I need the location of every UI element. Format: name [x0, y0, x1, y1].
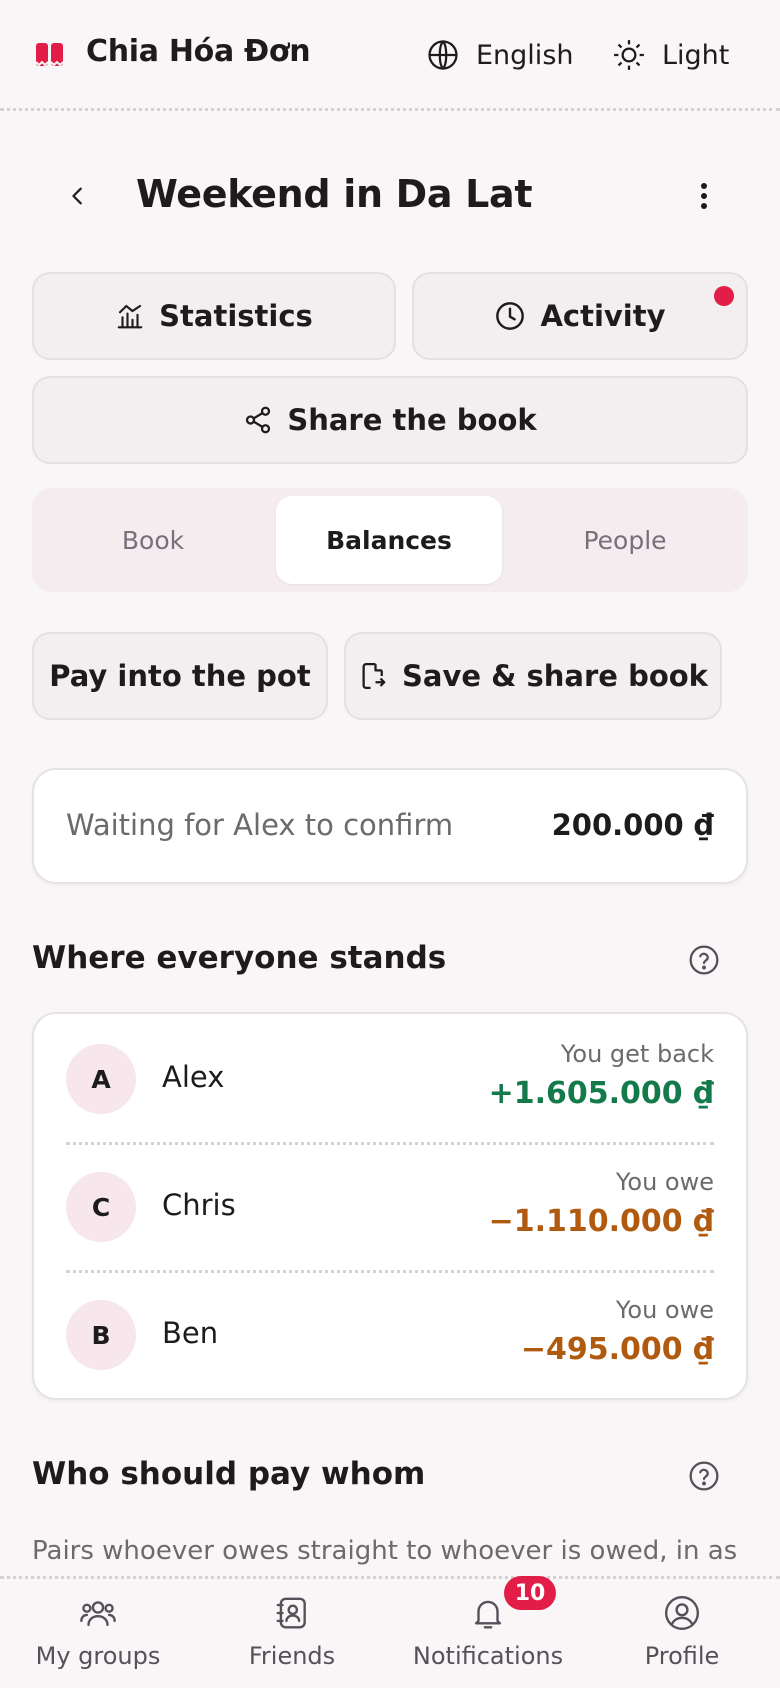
view-tabs: Book Balances People	[32, 488, 748, 592]
activity-button[interactable]: Activity	[412, 272, 748, 360]
language-switcher[interactable]: English	[426, 38, 574, 72]
save-share-book-button[interactable]: Save & share book	[344, 632, 722, 720]
list-item[interactable]: A Alex You get back +1.605.000 ₫	[34, 1014, 746, 1142]
more-options-button[interactable]	[684, 176, 724, 216]
tab-balances-label: Balances	[326, 525, 452, 555]
person-name: Alex	[162, 1060, 225, 1094]
pay-into-pot-button[interactable]: Pay into the pot	[32, 632, 328, 720]
settle-title: Who should pay whom	[32, 1456, 426, 1492]
logo-icon	[35, 43, 64, 67]
balance-amount: −495.000 ₫	[520, 1332, 714, 1367]
page-title: Weekend in Da Lat	[136, 172, 533, 216]
balance-amount: +1.605.000 ₫	[488, 1076, 714, 1111]
share-book-button[interactable]: Share the book	[32, 376, 748, 464]
contacts-icon	[276, 1597, 306, 1629]
tab-book[interactable]: Book	[40, 496, 266, 584]
person-name: Chris	[162, 1188, 236, 1222]
pay-into-pot-label: Pay into the pot	[49, 659, 311, 693]
tab-balances[interactable]: Balances	[276, 496, 502, 584]
tab-book-label: Book	[121, 525, 185, 555]
nav-label: Notifications	[412, 1642, 564, 1670]
share-icon	[246, 406, 271, 434]
app-header: Chia Hóa Đơn English Light	[0, 0, 780, 110]
avatar: A	[66, 1044, 136, 1114]
standings-title: Where everyone stands	[32, 940, 447, 976]
nav-profile[interactable]: Profile	[602, 1594, 762, 1670]
chevron-left-icon	[72, 187, 82, 205]
nav-my-groups[interactable]: My groups	[18, 1594, 178, 1670]
notifications-badge: 10	[504, 1576, 556, 1610]
nav-label: Friends	[248, 1642, 336, 1670]
chart-icon	[117, 304, 143, 329]
balance-label: You owe	[615, 1296, 714, 1324]
help-icon[interactable]	[688, 944, 720, 976]
tab-people-label: People	[583, 525, 667, 555]
save-share-book-label: Save & share book	[402, 659, 708, 693]
bell-icon	[474, 1600, 502, 1629]
document-share-icon	[362, 663, 386, 689]
pending-confirmation-card: Waiting for Alex to confirm 200.000 ₫	[32, 768, 748, 884]
nav-friends[interactable]: Friends	[212, 1594, 372, 1670]
back-button[interactable]	[58, 176, 98, 216]
pending-text: Waiting for Alex to confirm	[66, 808, 454, 842]
profile-icon	[664, 1595, 700, 1631]
help-icon[interactable]	[688, 1460, 720, 1492]
nav-divider	[0, 1576, 780, 1579]
balance-label: You owe	[615, 1168, 714, 1196]
bottom-navigation: My groups Friends Notifications 10 Profi…	[0, 1576, 780, 1688]
users-icon	[80, 1601, 116, 1627]
person-name: Ben	[162, 1316, 219, 1350]
list-item[interactable]: B Ben You owe −495.000 ₫	[34, 1270, 746, 1398]
list-item[interactable]: C Chris You owe −1.110.000 ₫	[34, 1142, 746, 1270]
avatar: C	[66, 1172, 136, 1242]
header-divider	[0, 108, 780, 111]
language-label: English	[476, 39, 574, 71]
share-book-label: Share the book	[287, 403, 537, 437]
balance-label: You get back	[560, 1040, 714, 1068]
balance-amount: −1.110.000 ₫	[488, 1204, 714, 1239]
statistics-button[interactable]: Statistics	[32, 272, 396, 360]
nav-label: My groups	[35, 1642, 161, 1670]
theme-label: Light	[662, 39, 730, 71]
activity-label: Activity	[540, 299, 666, 333]
clock-icon	[496, 302, 525, 330]
theme-switcher[interactable]: Light	[612, 38, 729, 72]
activity-unread-dot	[714, 286, 734, 306]
nav-label: Profile	[644, 1642, 720, 1670]
sun-icon	[614, 40, 644, 70]
standings-card: A Alex You get back +1.605.000 ₫ C Chris…	[32, 1012, 748, 1400]
pending-amount: 200.000 ₫	[551, 808, 714, 842]
tab-people[interactable]: People	[512, 496, 738, 584]
more-vertical-icon	[701, 183, 707, 209]
globe-icon	[428, 39, 458, 71]
statistics-label: Statistics	[159, 299, 313, 333]
app-brand: Chia Hóa Đơn	[86, 34, 311, 69]
avatar: B	[66, 1300, 136, 1370]
title-bar: Weekend in Da Lat	[0, 160, 780, 232]
